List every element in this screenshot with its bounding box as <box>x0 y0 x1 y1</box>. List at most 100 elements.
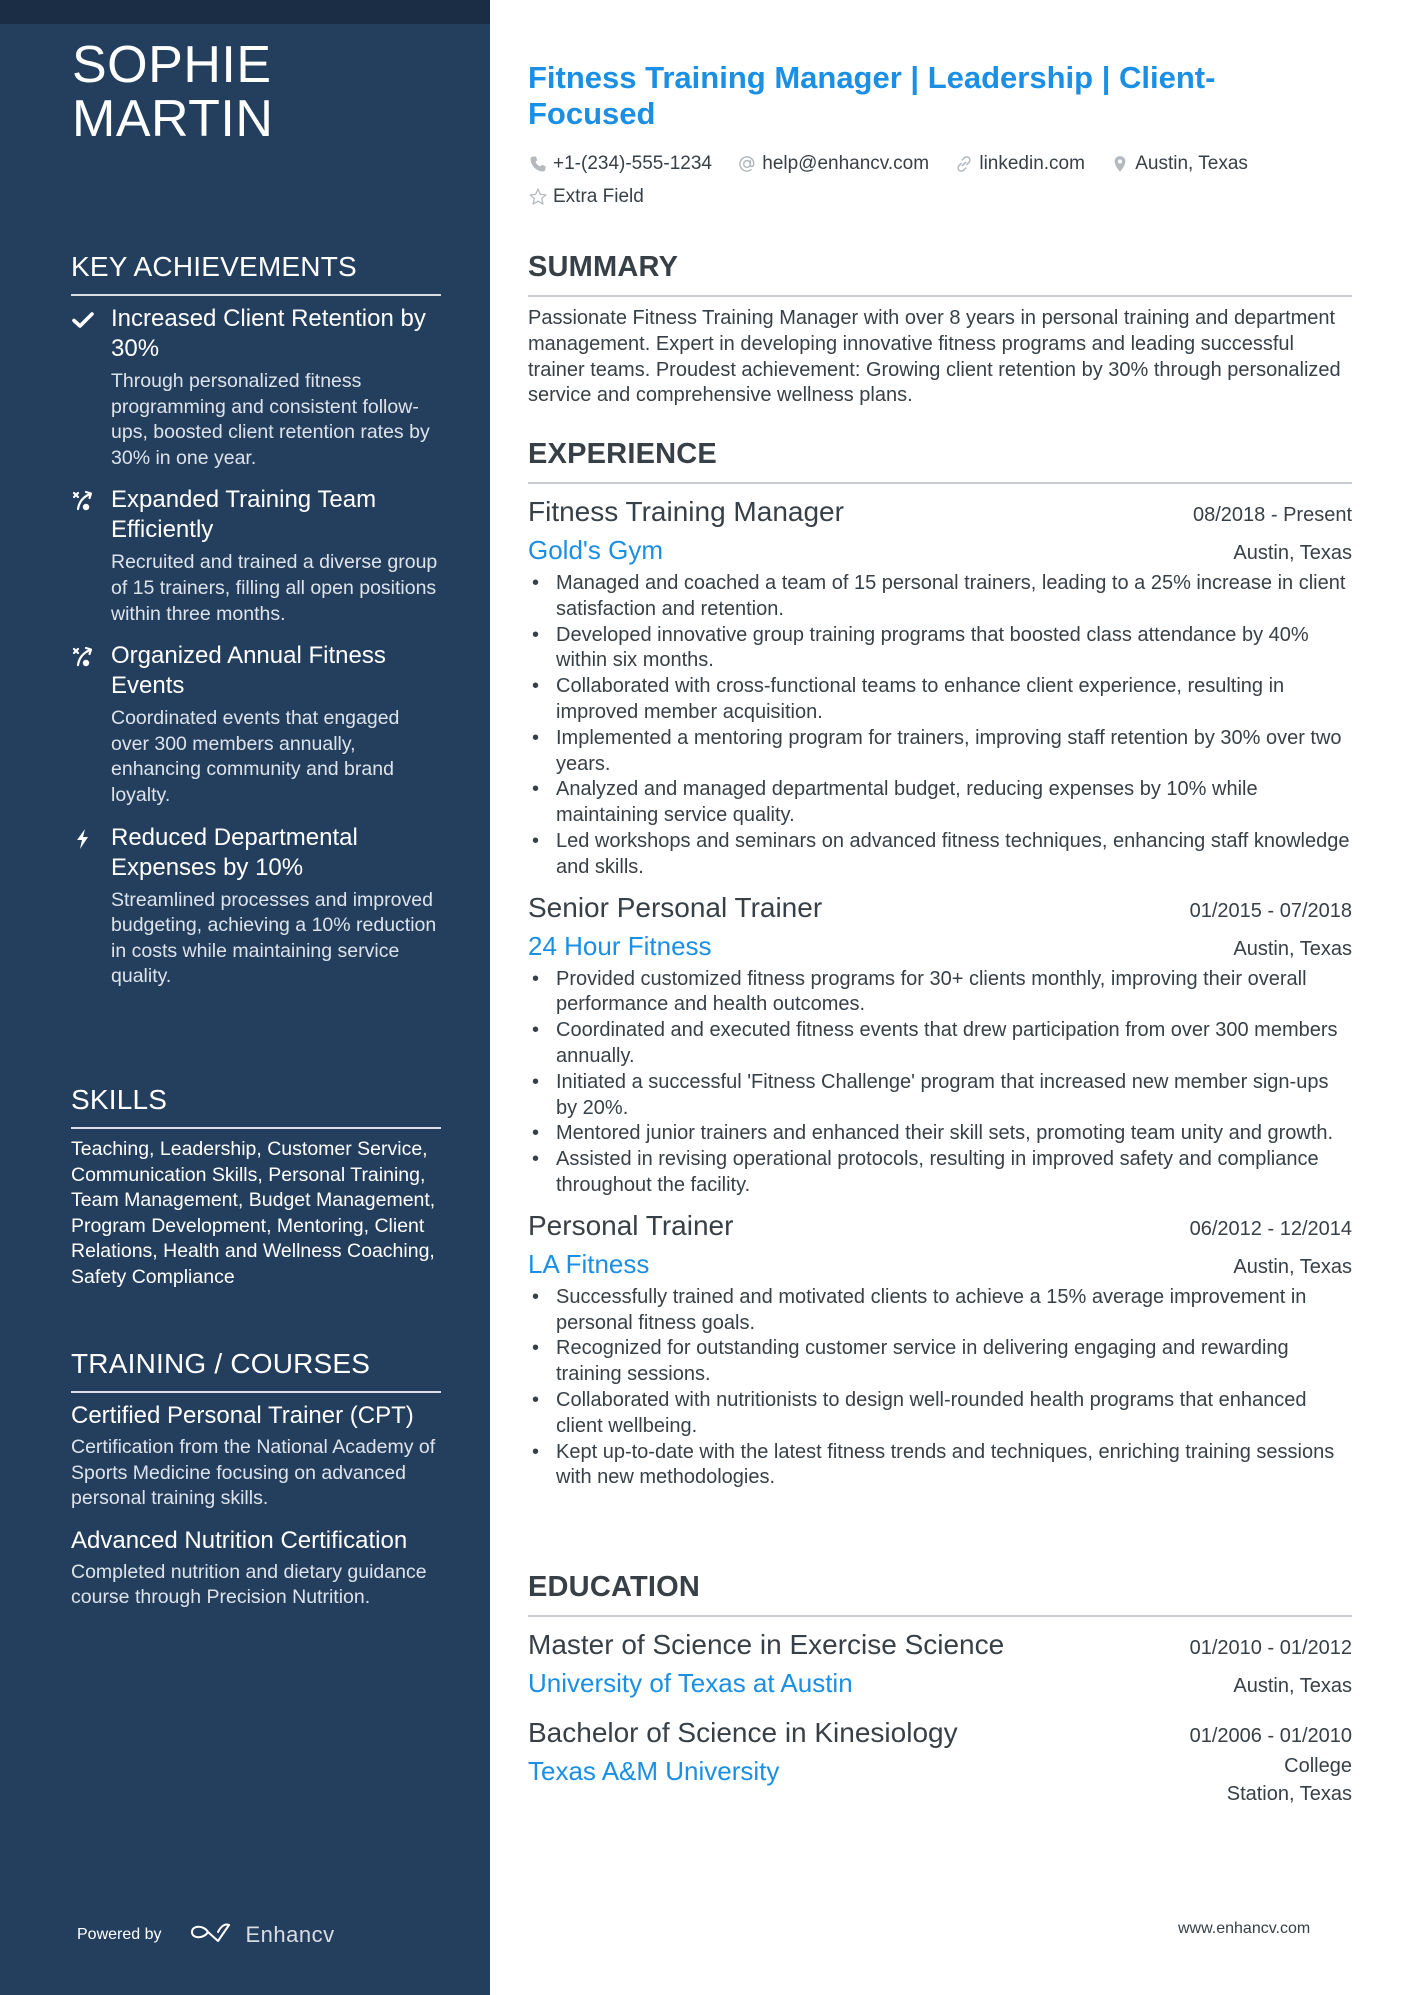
job-entry: Fitness Training Manager 08/2018 - Prese… <box>528 493 1352 881</box>
job-location: Austin, Texas <box>1233 937 1352 960</box>
summary-section: SUMMARY Passionate Fitness Training Mana… <box>528 250 1352 409</box>
job-title: Fitness Training Manager <box>528 496 844 527</box>
achievement-item: Organized Annual Fitness Events Coordina… <box>71 641 441 808</box>
job-bullet: Initiated a successful 'Fitness Challeng… <box>528 1070 1352 1122</box>
achievement-title: Organized Annual Fitness Events <box>111 642 386 700</box>
achievement-description: Through personalized fitness programming… <box>111 370 430 469</box>
job-bullet: Analyzed and managed departmental budget… <box>528 777 1352 829</box>
summary-heading: SUMMARY <box>528 251 679 283</box>
job-bullet: Kept up-to-date with the latest fitness … <box>528 1440 1352 1492</box>
job-bullet: Collaborated with nutritionists to desig… <box>528 1388 1352 1440</box>
job-bullet: Led workshops and seminars on advanced f… <box>528 829 1352 881</box>
job-bullet: Mentored junior trainers and enhanced th… <box>528 1121 1352 1147</box>
phone-icon <box>530 156 546 172</box>
job-bullet: Managed and coached a team of 15 persona… <box>528 571 1352 623</box>
star-icon <box>529 188 547 205</box>
course-title: Certified Personal Trainer (CPT) <box>71 1402 414 1429</box>
strategy-icon <box>71 489 95 513</box>
divider <box>528 1615 1352 1617</box>
powered-by: Powered by Enhancv <box>77 1920 335 1949</box>
course-item: Certified Personal Trainer (CPT) Certifi… <box>71 1401 441 1512</box>
link-text: linkedin.com <box>979 153 1085 174</box>
location-text: Austin, Texas <box>1135 153 1248 174</box>
location-icon <box>1114 156 1126 172</box>
phone-text: +1-(234)-555-1234 <box>553 153 712 174</box>
job-dates: 08/2018 - Present <box>1193 504 1352 526</box>
contact-phone[interactable]: +1-(234)-555-1234 <box>528 150 712 178</box>
job-title: Senior Personal Trainer <box>528 891 823 923</box>
headline-title: Fitness Training Manager | Leadership | … <box>528 60 1216 131</box>
strategy-icon <box>71 645 95 669</box>
job-bullets: Provided customized fitness programs for… <box>528 967 1352 1199</box>
achievement-item: Reduced Departmental Expenses by 10% Str… <box>71 823 441 990</box>
job-bullet: Collaborated with cross-functional teams… <box>528 674 1352 726</box>
contact-location: Austin, Texas <box>1110 150 1248 178</box>
job-bullet: Developed innovative group training prog… <box>528 623 1352 675</box>
divider <box>528 482 1352 484</box>
contact-info: +1-(234)-555-1234 help@enhancv.com linke… <box>528 150 1348 216</box>
job-bullet: Recognized for outstanding customer serv… <box>528 1336 1352 1388</box>
job-company: LA Fitness <box>528 1248 650 1279</box>
course-description: Completed nutrition and dietary guidance… <box>71 1560 427 1609</box>
education-location: Austin, Texas <box>1233 1675 1352 1697</box>
job-bullet: Implemented a mentoring program for trai… <box>528 726 1352 778</box>
footer-url[interactable]: www.enhancv.com <box>1178 1920 1310 1938</box>
enhancv-logo-icon <box>188 1920 246 1949</box>
education-heading: EDUCATION <box>528 1571 701 1603</box>
job-bullet: Coordinated and executed fitness events … <box>528 1018 1352 1070</box>
achievement-title: Increased Client Retention by 30% <box>111 305 426 362</box>
job-bullets: Successfully trained and motivated clien… <box>528 1285 1352 1491</box>
degree: Bachelor of Science in Kinesiology <box>528 1717 958 1748</box>
job-dates: 01/2015 - 07/2018 <box>1189 899 1352 922</box>
contact-extra: Extra Field <box>528 183 644 211</box>
lightning-icon <box>71 827 95 851</box>
job-entry: Personal Trainer 06/2012 - 12/2014 LA Fi… <box>528 1207 1352 1491</box>
job-bullets: Managed and coached a team of 15 persona… <box>528 571 1352 881</box>
achievement-item: Expanded Training Team Efficiently Recru… <box>71 485 441 627</box>
education-section: EDUCATION Master of Science in Exercise … <box>528 1570 1352 1820</box>
enhancv-brand: Enhancv <box>245 1921 335 1947</box>
education-dates: 01/2006 - 01/2010 <box>1189 1725 1352 1747</box>
education-dates: 01/2010 - 01/2012 <box>1189 1637 1352 1659</box>
achievement-title: Reduced Departmental Expenses by 10% <box>111 823 358 881</box>
course-item: Advanced Nutrition Certification Complet… <box>71 1526 441 1611</box>
job-location: Austin, Texas <box>1233 542 1352 564</box>
course-description: Certification from the National Academy … <box>71 1436 436 1510</box>
summary-text: Passionate Fitness Training Manager with… <box>528 307 1341 407</box>
contact-link[interactable]: linkedin.com <box>954 150 1085 178</box>
experience-heading: EXPERIENCE <box>528 438 717 470</box>
school: Texas A&M University <box>528 1756 780 1786</box>
contact-email[interactable]: help@enhancv.com <box>737 150 929 178</box>
powered-by-label: Powered by <box>77 1925 162 1943</box>
skills-section: SKILLS Teaching, Leadership, Customer Se… <box>71 1083 441 1291</box>
achievements-section: KEY ACHIEVEMENTS Increased Client Retent… <box>71 250 441 1004</box>
achievement-title: Expanded Training Team Efficiently <box>111 486 377 544</box>
education-location: College Station, Texas <box>1226 1755 1352 1805</box>
extra-field-text: Extra Field <box>553 186 644 207</box>
job-title: Personal Trainer <box>528 1209 734 1241</box>
divider <box>528 295 1352 297</box>
training-heading: TRAINING / COURSES <box>71 1348 371 1379</box>
education-entry: Master of Science in Exercise Science 01… <box>528 1626 1352 1702</box>
education-entry: Bachelor of Science in Kinesiology 01/20… <box>528 1714 1352 1808</box>
achievement-item: Increased Client Retention by 30% Throug… <box>71 304 441 471</box>
job-dates: 06/2012 - 12/2014 <box>1189 1217 1352 1240</box>
school: University of Texas at Austin <box>528 1668 853 1698</box>
email-text: help@enhancv.com <box>762 153 930 174</box>
link-icon <box>957 156 972 172</box>
skills-list: Teaching, Leadership, Customer Service, … <box>71 1138 436 1288</box>
degree: Master of Science in Exercise Science <box>528 1629 1005 1660</box>
job-company: 24 Hour Fitness <box>528 930 712 961</box>
divider <box>71 1127 441 1129</box>
job-bullet: Assisted in revising operational protoco… <box>528 1147 1352 1199</box>
achievement-description: Recruited and trained a diverse group of… <box>111 551 438 625</box>
job-bullet: Successfully trained and motivated clien… <box>528 1285 1352 1337</box>
candidate-name: SOPHIE MARTIN <box>72 36 274 148</box>
achievement-description: Streamlined processes and improved budge… <box>111 888 437 988</box>
achievements-heading: KEY ACHIEVEMENTS <box>71 251 357 282</box>
at-icon <box>739 156 755 172</box>
skills-heading: SKILLS <box>71 1084 168 1115</box>
job-company: Gold's Gym <box>528 535 663 565</box>
experience-section: EXPERIENCE Fitness Training Manager 08/2… <box>528 437 1352 1499</box>
divider <box>71 294 441 296</box>
